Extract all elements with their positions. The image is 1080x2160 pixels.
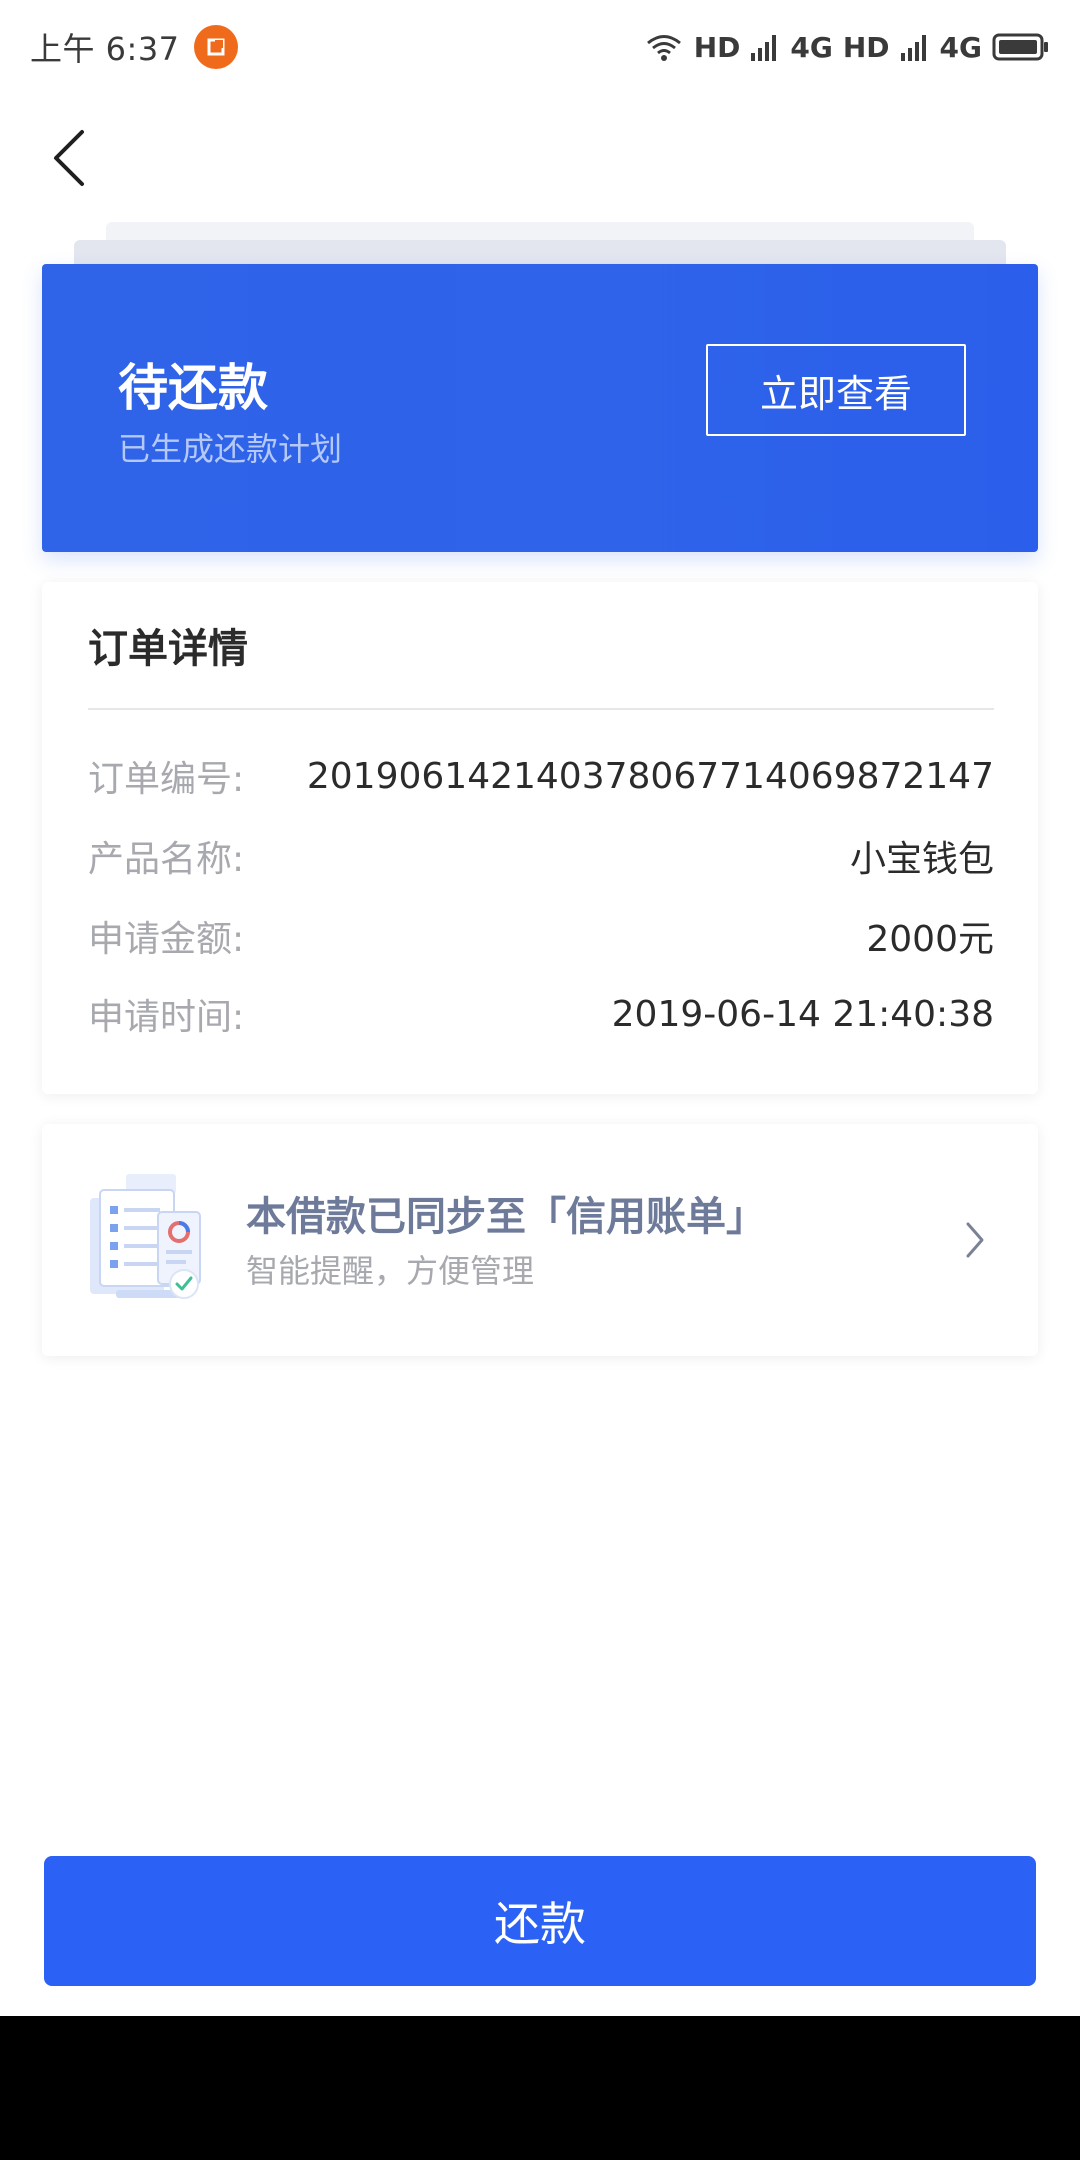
chevron-right-icon [964, 1220, 986, 1264]
order-row-number: 订单编号: 201906142140378067714069872147 [88, 746, 994, 806]
apply-time-label: 申请时间: [88, 997, 245, 1038]
credit-bill-illustration [86, 1172, 206, 1308]
view-now-button[interactable]: 立即查看 [706, 344, 966, 436]
divider [88, 708, 994, 710]
network-1-type: 4G [790, 30, 833, 64]
repayment-status-card: 待还款 已生成还款计划 立即查看 [42, 264, 1038, 552]
product-name-value: 小宝钱包 [849, 839, 994, 880]
sync-title: 本借款已同步至「信用账单」 [246, 1194, 766, 1240]
order-details-heading: 订单详情 [88, 626, 248, 672]
status-time: 上午 6:37 [30, 30, 180, 68]
status-bar: 上午 6:37 HD 4G HD 4G [0, 0, 1080, 94]
signal-icon [750, 33, 780, 61]
back-arrow-icon [54, 130, 84, 186]
order-number-value: 201906142140378067714069872147 [306, 755, 994, 797]
order-row-amount: 申请金额: 2000元 [88, 906, 994, 966]
apply-amount-label: 申请金额: [88, 919, 245, 960]
network-1-label: HD [693, 30, 741, 64]
credit-bill-sync-card[interactable]: 本借款已同步至「信用账单」 智能提醒，方便管理 [42, 1124, 1038, 1356]
signal-icon [900, 33, 930, 61]
sync-subtitle: 智能提醒，方便管理 [246, 1252, 535, 1290]
repay-button[interactable]: 还款 [44, 1856, 1036, 1986]
order-number-label: 订单编号: [88, 759, 245, 800]
status-title: 待还款 [118, 359, 268, 417]
apply-amount-value: 2000元 [866, 919, 994, 960]
wifi-icon [644, 32, 684, 62]
app-notification-icon [193, 25, 238, 69]
system-navigation-bar [0, 2016, 1080, 2160]
order-details-card: 订单详情 订单编号: 20190614214037806771406987214… [42, 582, 1038, 1094]
product-name-label: 产品名称: [88, 839, 245, 880]
network-2-type: 4G [939, 30, 982, 64]
battery-icon [992, 32, 1050, 62]
back-button[interactable] [40, 118, 100, 198]
status-subtitle: 已生成还款计划 [118, 430, 343, 468]
order-row-time: 申请时间: 2019-06-14 21:40:38 [88, 984, 994, 1044]
screen: 上午 6:37 HD 4G HD 4G 待还款 已生成还款计划 立即查看 订单详… [0, 0, 1080, 2160]
order-row-product: 产品名称: 小宝钱包 [88, 826, 994, 886]
status-right: HD 4G HD 4G [644, 31, 1050, 64]
status-left: 上午 6:37 [30, 24, 238, 70]
network-2-label: HD [842, 30, 890, 64]
apply-time-value: 2019-06-14 21:40:38 [611, 993, 994, 1035]
